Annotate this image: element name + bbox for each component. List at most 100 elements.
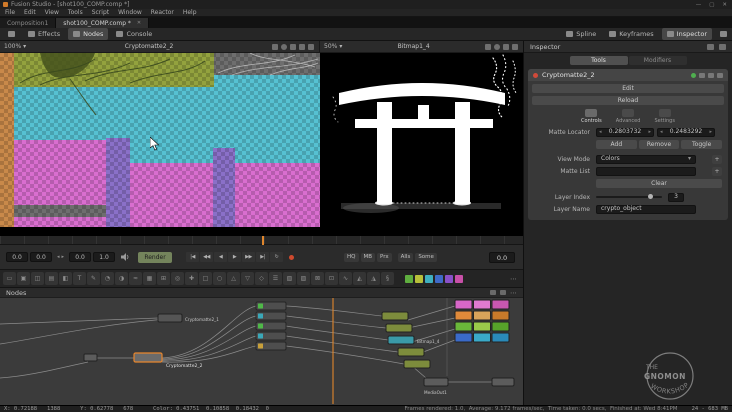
- motion-blur-toggle[interactable]: MB: [360, 252, 376, 262]
- tool-icon[interactable]: ≈: [129, 272, 142, 285]
- tool-icon[interactable]: ▤: [45, 272, 58, 285]
- range-right-icon[interactable]: ▸: [61, 254, 66, 260]
- node[interactable]: [491, 377, 515, 387]
- node[interactable]: [403, 359, 431, 369]
- left-viewer-zoom-dropdown[interactable]: 100% ▾: [0, 43, 26, 50]
- right-viewer-zoom-dropdown[interactable]: 50% ▾: [320, 43, 342, 50]
- menu-tools[interactable]: Tools: [68, 9, 83, 16]
- left-viewer-color-icon[interactable]: [281, 43, 287, 50]
- right-viewer-options-icon[interactable]: [512, 43, 518, 50]
- tool-icon[interactable]: ◫: [31, 272, 44, 285]
- tool-icon[interactable]: §: [381, 272, 394, 285]
- inspector-button[interactable]: Inspector: [661, 28, 712, 40]
- node[interactable]: [397, 347, 425, 357]
- add-button[interactable]: Add: [596, 139, 637, 149]
- tool-icon[interactable]: ▧: [283, 272, 296, 285]
- tool-icon[interactable]: ▣: [17, 272, 30, 285]
- menu-view[interactable]: View: [45, 9, 59, 16]
- node-pin-icon[interactable]: [708, 72, 714, 78]
- node-lock-icon[interactable]: [699, 72, 705, 78]
- update-some-toggle[interactable]: Some: [415, 252, 437, 262]
- nodes-view-icon[interactable]: [490, 290, 496, 295]
- menu-reactor[interactable]: Reactor: [151, 9, 174, 16]
- left-viewer-canvas[interactable]: [0, 53, 320, 236]
- clear-button[interactable]: Clear: [596, 178, 722, 188]
- toggle-button[interactable]: Toggle: [681, 139, 723, 149]
- update-all-toggle[interactable]: Alls: [397, 252, 414, 262]
- node[interactable]: [454, 321, 473, 332]
- edit-button[interactable]: Edit: [532, 84, 724, 93]
- inspector-options-icon[interactable]: [719, 43, 726, 50]
- node-color-swatch[interactable]: [405, 274, 413, 283]
- subtab-settings[interactable]: Settings: [654, 109, 675, 124]
- layer-index-field[interactable]: 3: [668, 192, 684, 202]
- render-button[interactable]: Render: [138, 251, 173, 263]
- node-card-header[interactable]: Cryptomatte2_2: [528, 69, 728, 81]
- increment-icon[interactable]: ▸: [709, 128, 712, 136]
- tool-icon[interactable]: ✎: [87, 272, 100, 285]
- menu-script[interactable]: Script: [92, 9, 109, 16]
- tool-icon[interactable]: T: [73, 272, 86, 285]
- right-viewer-canvas[interactable]: [320, 53, 523, 236]
- proxy-toggle[interactable]: Prx: [377, 252, 392, 262]
- left-viewer-split-icon[interactable]: [290, 43, 296, 50]
- tool-icon[interactable]: ⊞: [157, 272, 170, 285]
- tool-icon[interactable]: ○: [213, 272, 226, 285]
- render-start-field[interactable]: 0.0: [30, 252, 52, 262]
- tool-icon[interactable]: ◎: [171, 272, 184, 285]
- view-mode-dropdown[interactable]: Colors ▾: [596, 154, 696, 164]
- left-viewer-roi-icon[interactable]: [299, 43, 305, 50]
- tool-icon[interactable]: ✚: [185, 272, 198, 285]
- layout-options-button[interactable]: [715, 29, 732, 39]
- increment-icon[interactable]: ▸: [648, 128, 651, 136]
- node-menu-icon[interactable]: [717, 72, 723, 78]
- node-cryptomatte2-2-selected[interactable]: [133, 352, 163, 363]
- node[interactable]: [454, 299, 473, 310]
- node[interactable]: [473, 310, 491, 321]
- menu-help[interactable]: Help: [183, 9, 197, 16]
- menu-file[interactable]: File: [5, 9, 15, 16]
- matte-list-field[interactable]: [596, 166, 696, 176]
- view-mode-add-icon[interactable]: +: [712, 154, 722, 164]
- tab-modifiers[interactable]: Modifiers: [628, 56, 687, 65]
- slider-thumb[interactable]: [648, 194, 653, 199]
- tool-icon[interactable]: ◧: [59, 272, 72, 285]
- matte-list-add-icon[interactable]: +: [712, 166, 722, 176]
- tool-icon[interactable]: △: [227, 272, 240, 285]
- left-viewer-channel-icon[interactable]: [272, 43, 278, 50]
- speaker-icon[interactable]: [121, 253, 130, 261]
- left-viewer-options-icon[interactable]: [308, 43, 314, 50]
- effects-button[interactable]: Effects: [23, 28, 65, 40]
- node-color-swatch[interactable]: [445, 274, 453, 283]
- node-color-swatch[interactable]: [455, 274, 463, 283]
- tool-icon[interactable]: ▨: [297, 272, 310, 285]
- right-viewer-color-icon[interactable]: [494, 43, 500, 50]
- global-end-field[interactable]: 1.0: [93, 252, 116, 262]
- subtab-advanced[interactable]: Advanced: [616, 109, 640, 124]
- tab-tools[interactable]: Tools: [569, 56, 628, 65]
- tool-icon[interactable]: ◇: [255, 272, 268, 285]
- nodes-button[interactable]: Nodes: [68, 28, 109, 40]
- tab-shot100-comp[interactable]: shot100_COMP.comp * ✕: [56, 18, 150, 28]
- fast-forward-button[interactable]: ▶▶: [242, 252, 256, 262]
- go-to-end-button[interactable]: ▶|: [256, 252, 270, 262]
- tool-icon[interactable]: ▦: [143, 272, 156, 285]
- layer-index-slider[interactable]: [596, 194, 662, 199]
- tool-icon[interactable]: ◮: [367, 272, 380, 285]
- node[interactable]: [454, 332, 473, 343]
- play-button[interactable]: ▶: [228, 252, 242, 262]
- current-frame-field[interactable]: 0.0: [489, 251, 515, 263]
- tool-icon[interactable]: ☰: [269, 272, 282, 285]
- node-graph-canvas[interactable]: Cryptomatte2_2 Cryptomatte2_1 Bitmap1_4: [0, 298, 523, 404]
- node[interactable]: [473, 299, 491, 310]
- maximize-button[interactable]: ▢: [709, 2, 714, 8]
- node[interactable]: [491, 321, 510, 332]
- nodes-menu-icon[interactable]: ⋯: [510, 289, 517, 297]
- node[interactable]: [491, 310, 510, 321]
- node-color-dot-icon[interactable]: [533, 72, 538, 78]
- layout-grid-button[interactable]: [3, 29, 20, 39]
- tool-icon[interactable]: ▽: [241, 272, 254, 285]
- node[interactable]: [83, 353, 98, 362]
- tab-close-icon[interactable]: ✕: [137, 20, 141, 26]
- node[interactable]: [491, 299, 510, 310]
